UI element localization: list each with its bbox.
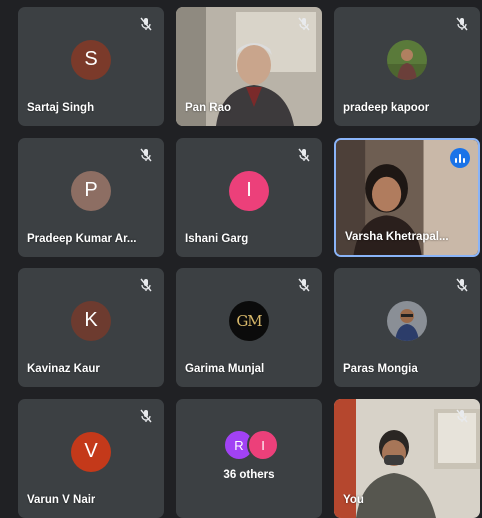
others-avatar-stack: R I xyxy=(219,429,279,461)
mic-off-icon xyxy=(454,277,470,293)
participant-tile-pradeep-kumar[interactable]: P Pradeep Kumar Ar... xyxy=(18,138,164,257)
avatar: GM xyxy=(229,300,269,341)
participant-name: Varun V Nair xyxy=(27,494,96,506)
others-tile[interactable]: R I 36 others xyxy=(176,399,322,518)
participant-tile-varun-v-nair[interactable]: V Varun V Nair xyxy=(18,399,164,518)
avatar: P xyxy=(71,170,111,211)
mic-off-icon xyxy=(296,277,312,293)
mic-off-icon xyxy=(138,408,154,424)
participant-tile-self[interactable]: You xyxy=(334,399,480,518)
participant-tile-ishani-garg[interactable]: I Ishani Garg xyxy=(176,138,322,257)
avatar: I xyxy=(229,170,269,211)
avatar xyxy=(387,300,427,341)
mic-off-icon xyxy=(138,16,154,32)
participant-tile-kavinaz-kaur[interactable]: K Kavinaz Kaur xyxy=(18,268,164,387)
speaking-indicator-icon xyxy=(450,148,470,168)
participant-tile-paras-mongia[interactable]: Paras Mongia xyxy=(334,268,480,387)
participant-tile-garima-munjal[interactable]: GM Garima Munjal xyxy=(176,268,322,387)
participant-name: Sartaj Singh xyxy=(27,102,95,114)
avatar: I xyxy=(247,429,279,461)
others-count-label: 36 others xyxy=(223,469,275,481)
mic-off-icon xyxy=(454,408,470,424)
participant-name: pradeep kapoor xyxy=(343,102,430,114)
avatar: V xyxy=(71,431,111,472)
participant-tile-varsha-khetrapal[interactable]: Varsha Khetrapal... xyxy=(334,138,480,257)
participant-name: Ishani Garg xyxy=(185,233,249,245)
mic-off-icon xyxy=(454,16,470,32)
participant-tile-pan-rao[interactable]: Pan Rao xyxy=(176,7,322,126)
participant-name: Varsha Khetrapal... xyxy=(345,231,449,243)
mic-off-icon xyxy=(138,147,154,163)
participant-name: Paras Mongia xyxy=(343,363,418,375)
avatar xyxy=(387,39,427,80)
participant-grid: S Sartaj Singh Pan Rao pradeep kapoor P xyxy=(0,0,482,518)
mic-off-icon xyxy=(296,147,312,163)
participant-name: You xyxy=(343,494,364,506)
participant-name: Kavinaz Kaur xyxy=(27,363,100,375)
participant-tile-sartaj-singh[interactable]: S Sartaj Singh xyxy=(18,7,164,126)
avatar: K xyxy=(71,300,111,341)
participant-name: Pradeep Kumar Ar... xyxy=(27,233,137,245)
participant-name: Garima Munjal xyxy=(185,363,265,375)
mic-off-icon xyxy=(138,277,154,293)
participant-tile-pradeep-kapoor[interactable]: pradeep kapoor xyxy=(334,7,480,126)
mic-off-icon xyxy=(296,16,312,32)
participant-name: Pan Rao xyxy=(185,102,232,114)
avatar: S xyxy=(71,39,111,80)
